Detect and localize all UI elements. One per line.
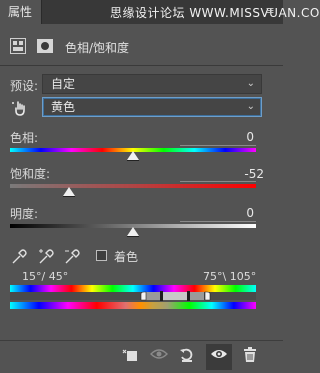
output-spectrum-bar (10, 302, 256, 309)
colorize-checkbox[interactable] (96, 250, 107, 261)
adjustment-layer-icon[interactable] (10, 38, 26, 54)
chevron-down-icon: ⌄ (246, 101, 255, 112)
preset-dropdown[interactable]: 自定 ⌄ (42, 74, 262, 94)
reset-icon[interactable] (177, 347, 197, 367)
hue-slider-thumb[interactable] (127, 151, 139, 161)
colorize-label: 着色 (114, 250, 139, 264)
saturation-value-underline (180, 181, 256, 182)
hue-value-underline (180, 145, 256, 146)
saturation-value-input[interactable]: -52 (218, 166, 264, 182)
view-previous-state-icon[interactable] (149, 347, 169, 367)
targeted-adjustment-hand-icon[interactable] (11, 99, 29, 117)
eyedropper-icon[interactable] (10, 248, 28, 266)
eyedropper-minus-icon[interactable] (63, 248, 81, 266)
trash-icon[interactable] (240, 347, 260, 367)
bottom-toolbar (0, 340, 283, 373)
panel-tab-bar: 属性 思缘设计论坛 WWW.MISSVUAN.COM ≡ (0, 0, 320, 24)
saturation-slider-thumb[interactable] (63, 187, 76, 197)
lightness-value-underline (180, 221, 256, 222)
saturation-label: 饱和度: (10, 167, 51, 181)
preset-value: 自定 (51, 77, 76, 91)
visibility-eye-icon[interactable] (206, 344, 232, 370)
lightness-slider-thumb[interactable] (127, 227, 139, 237)
tab-properties[interactable]: 属性 (0, 0, 42, 24)
range-right-readout: 75°\ 105° (203, 270, 257, 283)
saturation-slider-track[interactable] (10, 184, 256, 188)
hue-range-selector[interactable] (10, 291, 256, 301)
panel-menu-icon[interactable]: ≡ (263, 4, 277, 18)
eyedropper-plus-icon[interactable] (37, 248, 55, 266)
header-divider (0, 65, 283, 66)
channel-value: 黄色 (51, 100, 76, 114)
watermark-text: 思缘设计论坛 WWW.MISSVUAN.COM (110, 6, 320, 20)
adjustment-title: 色相/饱和度 (65, 41, 130, 55)
mask-icon[interactable] (36, 38, 54, 54)
chevron-down-icon: ⌄ (246, 78, 255, 89)
lightness-label: 明度: (10, 207, 39, 221)
range-left-readout: 15°/ 45° (22, 270, 69, 283)
hue-label: 色相: (10, 131, 39, 145)
channel-dropdown[interactable]: 黄色 ⌄ (42, 97, 262, 117)
hue-value-input[interactable]: 0 (208, 129, 254, 145)
preset-label: 预设: (10, 79, 39, 93)
clip-to-layer-icon[interactable] (120, 347, 140, 367)
lightness-value-input[interactable]: 0 (208, 205, 254, 221)
